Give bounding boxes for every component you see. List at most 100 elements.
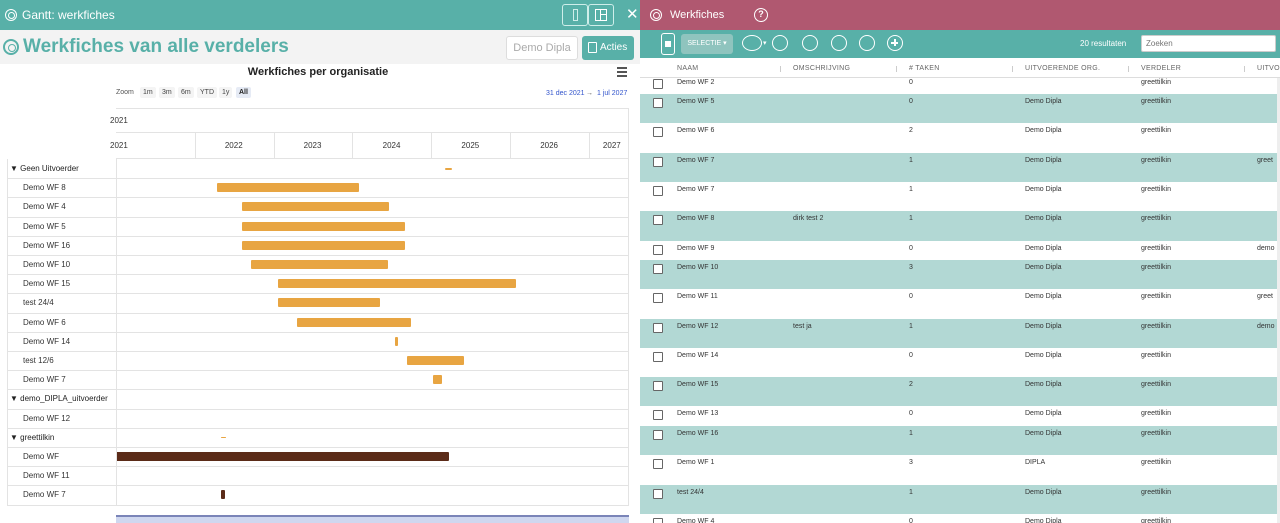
year-divider bbox=[510, 133, 512, 158]
task-bar[interactable] bbox=[277, 298, 381, 308]
col-omschrijving[interactable]: OMSCHRIJVING bbox=[793, 65, 850, 72]
werkfiches-titlebar: Werkfiches ? bbox=[640, 0, 1280, 30]
cell-naam: Demo WF 13 bbox=[677, 410, 719, 417]
task-bar[interactable] bbox=[406, 356, 464, 365]
row-divider bbox=[7, 466, 629, 468]
row-checkbox[interactable] bbox=[653, 489, 663, 499]
cell-taken: 0 bbox=[909, 98, 913, 105]
col-verdeler[interactable]: VERDELER bbox=[1141, 65, 1181, 72]
task-bar[interactable] bbox=[394, 336, 399, 346]
select-all-checkbox[interactable] bbox=[661, 33, 675, 55]
task-label: Demo WF 10 bbox=[23, 260, 71, 269]
refresh-icon[interactable] bbox=[802, 35, 818, 51]
task-bar[interactable] bbox=[242, 240, 405, 250]
table-row[interactable]: Demo WF 2 0 greettilkin bbox=[640, 78, 1278, 94]
search-input[interactable] bbox=[1141, 35, 1276, 52]
group-icon[interactable] bbox=[859, 35, 875, 51]
row-checkbox[interactable] bbox=[653, 98, 663, 108]
top-year-label: 2021 bbox=[110, 116, 128, 125]
row-checkbox[interactable] bbox=[653, 264, 663, 274]
row-divider bbox=[7, 427, 629, 429]
collapse-icon[interactable]: ▼ bbox=[10, 394, 20, 403]
row-checkbox[interactable] bbox=[653, 186, 663, 196]
collapse-icon[interactable]: ▼ bbox=[10, 433, 20, 442]
zoom-all-button[interactable]: All bbox=[236, 87, 251, 98]
range-from[interactable]: 31 dec 2021 bbox=[546, 90, 585, 97]
table-row[interactable]: Demo WF 9 0 Demo Dipla greettilkin demo bbox=[640, 241, 1278, 260]
chart-icon[interactable] bbox=[772, 35, 788, 51]
split-view-button[interactable] bbox=[562, 4, 588, 26]
task-bar[interactable] bbox=[217, 183, 359, 193]
table-row[interactable]: Demo WF 13 0 Demo Dipla greettilkin bbox=[640, 406, 1278, 426]
task-bar[interactable] bbox=[116, 452, 450, 461]
table-row[interactable]: Demo WF 16 1 Demo Dipla greettilkin bbox=[640, 426, 1278, 455]
add-icon[interactable] bbox=[887, 35, 903, 51]
row-checkbox[interactable] bbox=[653, 323, 663, 333]
selectie-dropdown[interactable]: SELECTIE ▾ bbox=[681, 34, 733, 54]
row-checkbox[interactable] bbox=[653, 459, 663, 469]
table-row[interactable]: Demo WF 12 test ja 1 Demo Dipla greettilkin d… bbox=[640, 319, 1278, 348]
group-label[interactable]: ▼ Geen Uitvoerder bbox=[10, 164, 79, 173]
table-row[interactable]: Demo WF 5 0 Demo Dipla greettilkin bbox=[640, 94, 1278, 123]
archive-icon[interactable] bbox=[831, 35, 847, 51]
row-checkbox[interactable] bbox=[653, 410, 663, 420]
table-row[interactable]: Demo WF 6 2 Demo Dipla greettilkin bbox=[640, 123, 1278, 153]
col-naam[interactable]: NAAM bbox=[677, 65, 698, 72]
group-label[interactable]: ▼ greettilkin bbox=[10, 433, 54, 442]
cell-verdeler: greettilkin bbox=[1141, 518, 1171, 523]
table-row[interactable]: Demo WF 14 0 Demo Dipla greettilkin bbox=[640, 348, 1278, 377]
table-row[interactable]: Demo WF 15 2 Demo Dipla greettilkin bbox=[640, 377, 1278, 406]
task-bar[interactable] bbox=[251, 260, 389, 269]
demo-dipla-button[interactable]: Demo Dipla bbox=[506, 36, 578, 60]
table-row[interactable]: Demo WF 7 1 Demo Dipla greettilkin greet bbox=[640, 153, 1278, 182]
task-bar[interactable] bbox=[220, 490, 225, 500]
row-checkbox[interactable] bbox=[653, 518, 663, 523]
row-checkbox[interactable] bbox=[653, 293, 663, 303]
task-bar[interactable] bbox=[297, 317, 412, 327]
zoom-1m-button[interactable]: 1m bbox=[140, 87, 156, 98]
row-checkbox[interactable] bbox=[653, 215, 663, 225]
zoom-6m-button[interactable]: 6m bbox=[178, 87, 194, 98]
table-toolbar: SELECTIE ▾ ▾ 20 resultaten bbox=[640, 30, 1280, 58]
cell-uitvo: demo bbox=[1257, 323, 1275, 330]
col-taken[interactable]: # TAKEN bbox=[909, 65, 940, 72]
table-row[interactable]: Demo WF 7 1 Demo Dipla greettilkin bbox=[640, 182, 1278, 211]
range-to[interactable]: 1 jul 2027 bbox=[597, 90, 627, 97]
table-row[interactable]: Demo WF 10 3 Demo Dipla greettilkin bbox=[640, 260, 1278, 289]
cell-verdeler: greettilkin bbox=[1141, 459, 1171, 466]
row-checkbox[interactable] bbox=[653, 79, 663, 89]
zoom-3m-button[interactable]: 3m bbox=[159, 87, 175, 98]
table-row[interactable]: Demo WF 8 dirk test 2 1 Demo Dipla greettilk… bbox=[640, 211, 1278, 241]
group-label[interactable]: ▼ demo_DIPLA_uitvoerder bbox=[10, 394, 108, 403]
row-divider bbox=[7, 504, 629, 506]
task-bar[interactable] bbox=[242, 221, 405, 231]
zoom-1y-button[interactable]: 1y bbox=[219, 87, 233, 98]
close-icon[interactable]: ✕ bbox=[626, 5, 639, 23]
task-bar[interactable] bbox=[242, 202, 390, 212]
col-uitvoerende-org[interactable]: UITVOERENDE ORG. bbox=[1025, 65, 1100, 72]
chart-navigator[interactable] bbox=[116, 515, 629, 523]
group-name: greettilkin bbox=[20, 432, 55, 442]
table-row[interactable]: Demo WF 4 0 Demo Dipla greettilkin bbox=[640, 514, 1278, 523]
cell-verdeler: greettilkin bbox=[1141, 323, 1171, 330]
acties-button[interactable]: Acties bbox=[582, 36, 634, 60]
row-checkbox[interactable] bbox=[653, 157, 663, 167]
row-checkbox[interactable] bbox=[653, 381, 663, 391]
col-uitvoerder[interactable]: UITVO bbox=[1257, 65, 1280, 72]
grid-view-button[interactable] bbox=[588, 4, 614, 26]
row-checkbox[interactable] bbox=[653, 430, 663, 440]
row-checkbox[interactable] bbox=[653, 127, 663, 137]
task-bar[interactable] bbox=[277, 279, 517, 289]
row-checkbox[interactable] bbox=[653, 352, 663, 362]
task-bar[interactable] bbox=[433, 375, 443, 385]
table-row[interactable]: test 24/4 1 Demo Dipla greettilkin bbox=[640, 485, 1278, 514]
help-icon[interactable]: ? bbox=[754, 8, 768, 22]
table-row[interactable]: Demo WF 1 3 DIPLA greettilkin bbox=[640, 455, 1278, 485]
table-row[interactable]: Demo WF 11 0 Demo Dipla greettilkin greet bbox=[640, 289, 1278, 319]
zoom-ytd-button[interactable]: YTD bbox=[197, 87, 217, 98]
collapse-icon[interactable]: ▼ bbox=[10, 164, 20, 173]
zoom-label: Zoom bbox=[116, 89, 134, 96]
chart-menu-button[interactable] bbox=[617, 67, 627, 79]
row-checkbox[interactable] bbox=[653, 245, 663, 255]
eye-icon[interactable] bbox=[742, 35, 762, 51]
